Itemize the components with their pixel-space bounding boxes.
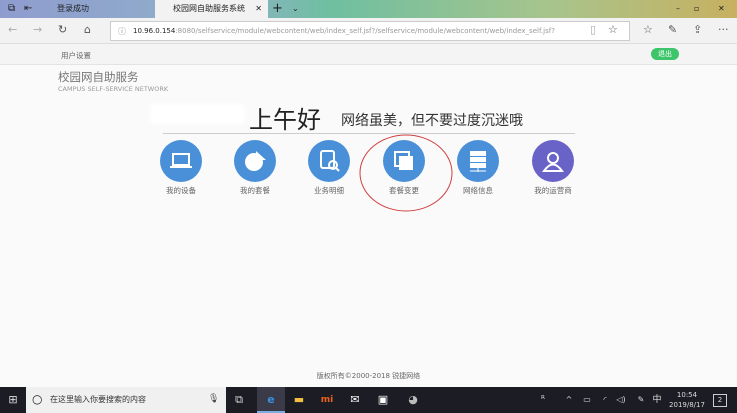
pie-chart-icon — [234, 140, 276, 182]
edge-icon[interactable]: e — [257, 387, 285, 413]
minimize-button[interactable]: – — [676, 0, 680, 18]
tab-selfservice[interactable]: 校园网自助服务系统 ✕ — [155, 0, 268, 18]
close-window-button[interactable]: ✕ — [718, 0, 725, 18]
brand-subtitle: CAMPUS SELF-SERVICE NETWORK — [58, 85, 169, 93]
tab-login-success[interactable]: 登录成功 — [57, 0, 89, 18]
greeting-subtitle: 网络虽美，但不要过度沉迷哦 — [341, 113, 523, 129]
tab-actions-icon[interactable]: ⧉ — [8, 0, 15, 18]
app-icon[interactable]: ◕ — [400, 387, 426, 413]
tab-list-chevron-icon[interactable]: ⌄ — [292, 0, 299, 18]
new-tab-button[interactable]: + — [272, 0, 283, 18]
server-icon — [457, 140, 499, 182]
store-icon[interactable]: ▣ — [370, 387, 396, 413]
notifications-icon[interactable]: 2 — [713, 394, 727, 407]
footer-copyright: 版权所有©2000-2018 锐捷网络 — [316, 372, 421, 380]
document-search-icon — [308, 140, 350, 182]
red-circle-annotation — [359, 134, 453, 212]
refresh-icon[interactable]: ↻ — [58, 23, 67, 36]
page-header-bar — [0, 44, 737, 65]
back-icon[interactable]: ← — [8, 23, 17, 36]
logout-button[interactable]: 退出 — [651, 48, 679, 60]
url-host: 10.96.0.154 — [133, 27, 176, 35]
redacted-name — [150, 104, 245, 124]
maximize-button[interactable]: ▫ — [694, 0, 699, 18]
reading-view-icon[interactable]: ▯ — [590, 23, 596, 36]
mi-icon[interactable]: mi — [314, 387, 340, 413]
tab-label: 校园网自助服务系统 — [173, 4, 245, 13]
clock[interactable]: 10:54 2019/8/17 — [664, 390, 710, 410]
brand-title: 校园网自助服务 — [58, 70, 139, 84]
file-explorer-icon[interactable]: ▬ — [286, 387, 312, 413]
mail-icon[interactable]: ✉ — [342, 387, 368, 413]
address-input[interactable]: 10.96.0.154:8080/selfservice/module/webc… — [110, 21, 630, 41]
menu-label: 业务明细 — [314, 186, 344, 195]
cortana-icon: ○ — [32, 392, 43, 406]
taskbar-search-input[interactable]: 在这里输入你要搜索的内容 — [26, 387, 226, 413]
menu-business-details[interactable]: 业务明细 — [294, 140, 364, 196]
menu-my-devices[interactable]: 我的设备 — [146, 140, 216, 196]
user-icon — [532, 140, 574, 182]
more-icon[interactable]: ··· — [718, 23, 729, 36]
menu-my-plan[interactable]: 我的套餐 — [220, 140, 290, 196]
close-tab-icon[interactable]: ✕ — [255, 0, 262, 18]
time: 10:54 — [676, 391, 698, 399]
people-icon[interactable]: ᴿ — [530, 387, 556, 413]
favorites-icon[interactable]: ☆ — [643, 23, 653, 36]
set-aside-tabs-icon[interactable]: ⇤ — [24, 0, 32, 18]
menu-label: 我的套餐 — [240, 186, 270, 195]
microphone-icon[interactable]: 🎙 — [208, 394, 219, 404]
home-icon[interactable]: ⌂ — [84, 23, 91, 36]
browser-title-bar — [0, 0, 737, 18]
menu-label: 我的运营商 — [534, 186, 572, 195]
notification-count: 2 — [717, 396, 723, 404]
task-view-icon[interactable]: ⧉ — [226, 387, 252, 413]
user-settings-link[interactable]: 用户设置 — [61, 50, 91, 61]
date: 2019/8/17 — [669, 401, 705, 409]
share-icon[interactable]: ⇪ — [693, 23, 702, 36]
greeting-title: 上午好 — [249, 106, 321, 134]
info-icon[interactable]: ⓘ — [118, 26, 126, 37]
search-placeholder: 在这里输入你要搜索的内容 — [50, 395, 146, 404]
menu-label: 我的设备 — [166, 186, 196, 195]
favorite-star-icon[interactable]: ☆ — [608, 23, 618, 36]
url-path: :8080/selfservice/module/webcontent/web/… — [175, 27, 555, 35]
notes-icon[interactable]: ✎ — [668, 23, 677, 36]
laptop-icon — [160, 140, 202, 182]
forward-icon[interactable]: → — [33, 23, 42, 36]
start-windows-icon[interactable]: ⊞ — [0, 387, 26, 413]
menu-my-operator[interactable]: 我的运营商 — [518, 140, 588, 196]
